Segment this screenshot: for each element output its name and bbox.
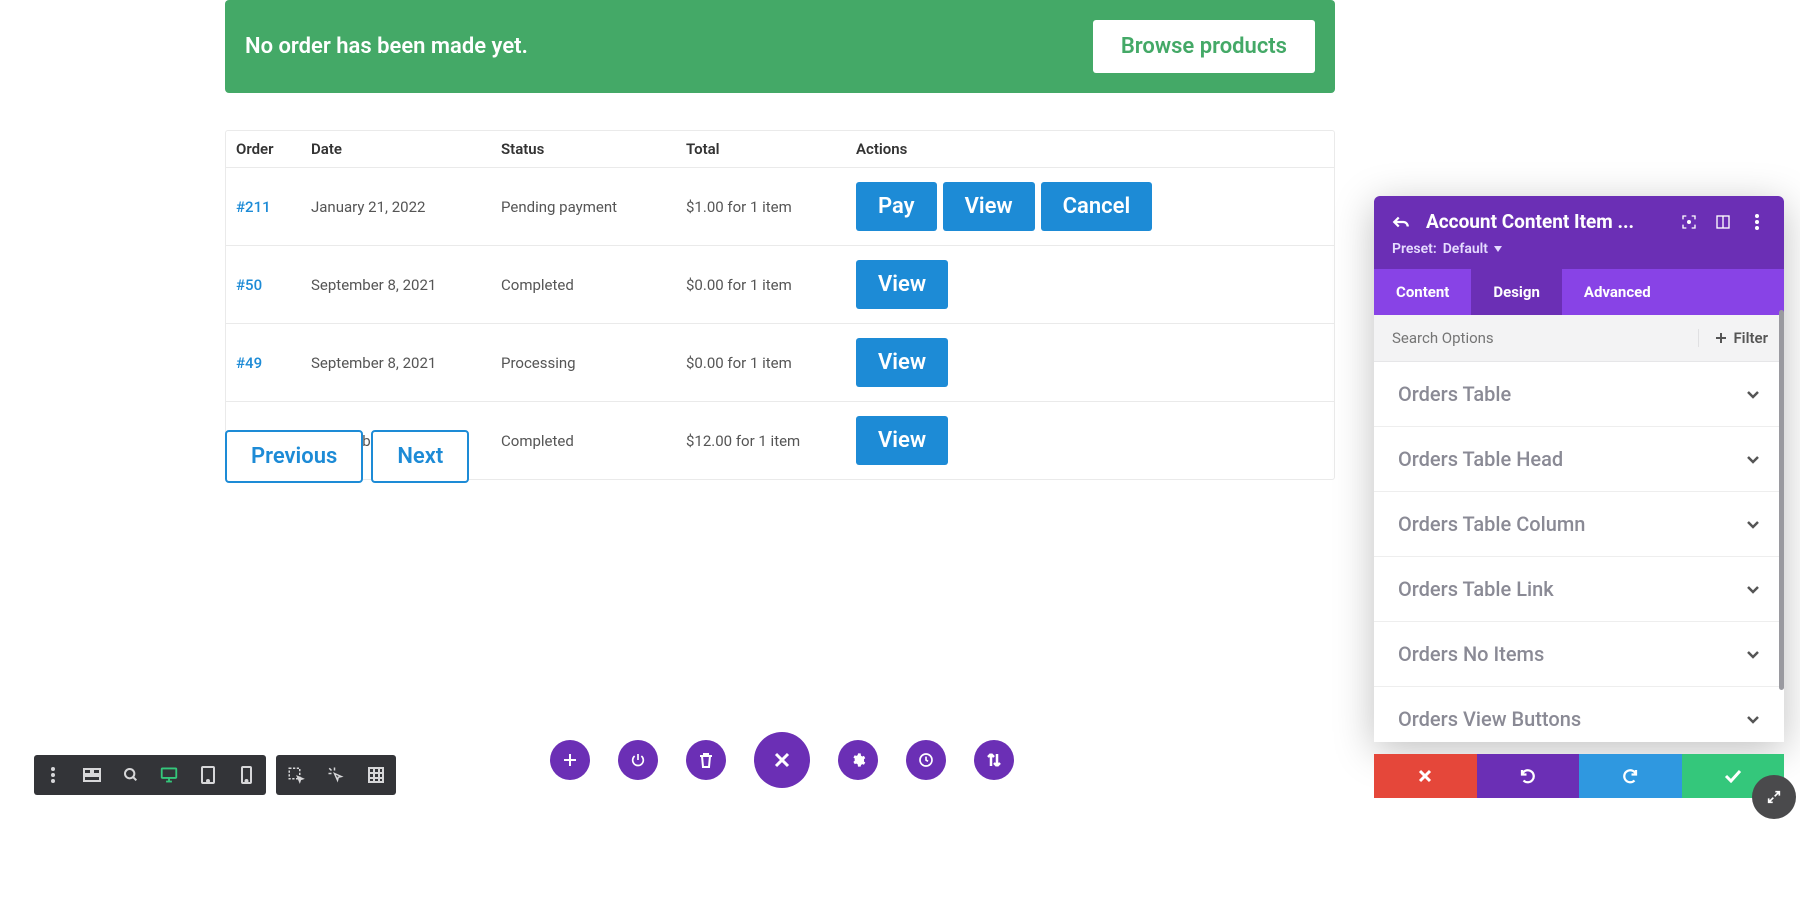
tab-content[interactable]: Content <box>1374 269 1471 315</box>
discard-button[interactable] <box>1374 754 1477 798</box>
col-total: Total <box>676 131 846 168</box>
history-button[interactable] <box>906 740 946 780</box>
table-row: #211 January 21, 2022Pending payment$1.00… <box>226 168 1334 246</box>
tab-advanced[interactable]: Advanced <box>1562 269 1673 315</box>
panel-footer <box>1374 754 1784 798</box>
panel-section[interactable]: Orders No Items <box>1374 622 1784 687</box>
search-options-input[interactable] <box>1374 315 1698 361</box>
columns-icon[interactable] <box>1714 213 1732 231</box>
mobile-view-icon[interactable] <box>227 766 266 784</box>
delete-button[interactable] <box>686 740 726 780</box>
interaction-toolbar <box>276 755 396 795</box>
tab-design[interactable]: Design <box>1471 269 1562 315</box>
panel-section-label: Orders View Buttons <box>1398 707 1581 731</box>
order-date: September 8, 2021 <box>301 324 491 402</box>
chevron-down-icon <box>1746 455 1760 464</box>
panel-scrollbar[interactable] <box>1779 310 1784 690</box>
preset-selector[interactable]: Preset: Default <box>1392 241 1766 257</box>
panel-section-label: Orders Table <box>1398 382 1511 406</box>
order-link[interactable]: #49 <box>236 354 262 372</box>
grid-mode-icon[interactable] <box>356 767 396 783</box>
order-link[interactable]: #211 <box>236 198 271 216</box>
pagination: Previous Next <box>225 430 469 483</box>
chevron-down-icon <box>1746 715 1760 724</box>
sort-button[interactable] <box>974 740 1014 780</box>
view-button[interactable]: View <box>856 416 948 465</box>
power-button[interactable] <box>618 740 658 780</box>
table-row: #49 September 8, 2021Processing$0.00 for … <box>226 324 1334 402</box>
view-button[interactable]: View <box>943 182 1035 231</box>
panel-section[interactable]: Orders Table <box>1374 362 1784 427</box>
chevron-down-icon <box>1746 390 1760 399</box>
col-order: Order <box>226 131 301 168</box>
chevron-down-icon <box>1746 650 1760 659</box>
orders-table: Order Date Status Total Actions #211 Janu… <box>225 130 1335 480</box>
panel-tabs: Content Design Advanced <box>1374 269 1784 315</box>
panel-search-row: Filter <box>1374 315 1784 362</box>
panel-section[interactable]: Orders Table Head <box>1374 427 1784 492</box>
wireframe-view-icon[interactable] <box>73 768 112 782</box>
next-button[interactable]: Next <box>371 430 469 483</box>
table-row: #50 September 8, 2021Completed$0.00 for 1… <box>226 246 1334 324</box>
zoom-icon[interactable] <box>111 767 150 783</box>
close-builder-button[interactable] <box>754 732 810 788</box>
builder-action-bar <box>550 732 1014 788</box>
order-date: September 8, 2021 <box>301 246 491 324</box>
panel-title: Account Content Item ... <box>1426 210 1664 233</box>
pay-button[interactable]: Pay <box>856 182 937 231</box>
col-actions: Actions <box>846 131 1334 168</box>
focus-icon[interactable] <box>1680 213 1698 231</box>
panel-section-label: Orders No Items <box>1398 642 1544 666</box>
order-status: Completed <box>491 402 676 480</box>
cancel-button[interactable]: Cancel <box>1041 182 1153 231</box>
panel-section[interactable]: Orders Table Column <box>1374 492 1784 557</box>
chevron-down-icon <box>1746 585 1760 594</box>
panel-section[interactable]: Orders Table Link <box>1374 557 1784 622</box>
order-actions: View <box>846 246 1334 324</box>
panel-sections: Orders Table Orders Table Head Orders Tabl… <box>1374 362 1784 742</box>
click-mode-icon[interactable] <box>316 766 356 784</box>
view-button[interactable]: View <box>856 260 948 309</box>
order-date: January 21, 2022 <box>301 168 491 246</box>
desktop-view-icon[interactable] <box>150 767 189 783</box>
view-button[interactable]: View <box>856 338 948 387</box>
order-status: Completed <box>491 246 676 324</box>
panel-section-label: Orders Table Column <box>1398 512 1585 536</box>
add-button[interactable] <box>550 740 590 780</box>
hover-mode-icon[interactable] <box>276 766 316 784</box>
order-total: $0.00 for 1 item <box>676 324 846 402</box>
undo-button[interactable] <box>1477 754 1580 798</box>
panel-header: Account Content Item ... Preset: Default <box>1374 196 1784 269</box>
view-toolbar <box>34 755 266 795</box>
order-link[interactable]: #50 <box>236 276 262 294</box>
panel-section-label: Orders Table Link <box>1398 577 1554 601</box>
previous-button[interactable]: Previous <box>225 430 363 483</box>
order-total: $12.00 for 1 item <box>676 402 846 480</box>
order-total: $0.00 for 1 item <box>676 246 846 324</box>
table-header-row: Order Date Status Total Actions <box>226 131 1334 168</box>
expand-fab[interactable] <box>1752 775 1796 819</box>
order-actions: PayViewCancel <box>846 168 1334 246</box>
panel-section[interactable]: Orders View Buttons <box>1374 687 1784 742</box>
panel-section-label: Orders Table Head <box>1398 447 1563 471</box>
no-orders-alert: No order has been made yet. Browse produ… <box>225 0 1335 93</box>
settings-button[interactable] <box>838 740 878 780</box>
order-actions: View <box>846 402 1334 480</box>
col-status: Status <box>491 131 676 168</box>
tablet-view-icon[interactable] <box>189 766 228 784</box>
redo-button[interactable] <box>1579 754 1682 798</box>
chevron-down-icon <box>1746 520 1760 529</box>
order-status: Processing <box>491 324 676 402</box>
order-status: Pending payment <box>491 168 676 246</box>
undo-back-icon[interactable] <box>1392 213 1410 231</box>
col-date: Date <box>301 131 491 168</box>
order-actions: View <box>846 324 1334 402</box>
browse-products-button[interactable]: Browse products <box>1093 20 1315 73</box>
more-icon[interactable] <box>1748 213 1766 231</box>
toolbar-more-icon[interactable] <box>34 767 73 783</box>
order-total: $1.00 for 1 item <box>676 168 846 246</box>
filter-button[interactable]: Filter <box>1698 329 1784 347</box>
settings-panel: Account Content Item ... Preset: Default… <box>1374 196 1784 742</box>
alert-message: No order has been made yet. <box>245 34 528 59</box>
